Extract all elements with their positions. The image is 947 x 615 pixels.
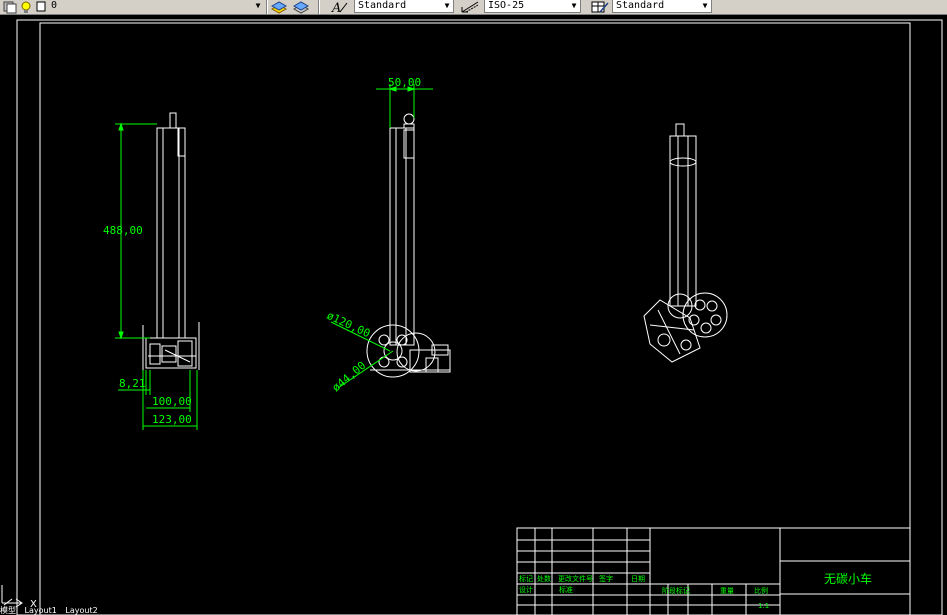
isometric-view[interactable] [643,123,728,363]
dim-dia-small-label: ø44,00 [330,359,369,395]
tb-label-stage: 阶段标记 [662,586,690,595]
layer-dropdown[interactable]: 0 ▼ [48,0,264,13]
tb-label-scale: 比例 [754,586,768,595]
dimension-style-dropdown[interactable]: ISO-25 ▼ [484,0,581,13]
tb-label-count: 处数 [537,574,551,583]
svg-text:A: A [331,1,341,14]
chevron-down-icon[interactable]: ▼ [253,0,263,12]
dim-height-label: 488,00 [103,224,143,237]
text-style-dropdown[interactable]: Standard ▼ [354,0,454,13]
chevron-down-icon[interactable]: ▼ [569,0,579,12]
dimension-style-icon[interactable] [460,0,482,14]
tb-label-standard: 标准 [559,585,573,594]
layer-state-icon[interactable] [2,0,18,14]
table-style-icon[interactable] [590,0,610,14]
dim-width-inner-label: 100,00 [152,395,192,408]
chevron-down-icon[interactable]: ▼ [700,0,710,12]
properties-toolbar: 0 ▼ A Standard ▼ ISO-25 ▼ Standard ▼ [0,0,947,15]
chevron-down-icon[interactable]: ▼ [442,0,452,12]
dim-width-outer-label: 123,00 [152,413,192,426]
tb-label-weight: 重量 [720,587,734,595]
layer-color-swatch-icon[interactable] [35,0,47,14]
front-view[interactable] [142,112,200,370]
layout-tabs: 模型 Layout1 Layout2 [0,605,200,615]
tb-label-mark: 标记 [519,574,533,583]
layer-value: 0 [51,0,58,11]
side-view[interactable] [366,113,451,378]
dim-top-width-label: 50,00 [388,76,421,89]
table-style-value: Standard [616,0,665,11]
model-space-canvas[interactable]: 488,00 8,21 100,00 123,00 50,00 ø120,00 … [0,16,947,615]
dim-dia-large-label: ø120,00 [325,309,373,340]
toolbar-separator [318,0,320,14]
tb-scale-value: 1:1 [758,602,769,610]
toolbar-separator [266,0,268,14]
lightbulb-icon[interactable] [20,0,34,14]
layer-previous-icon[interactable] [292,0,310,14]
drawing-svg: 488,00 8,21 100,00 123,00 50,00 ø120,00 … [16,19,943,615]
tb-label-date: 日期 [631,575,645,583]
make-layer-current-icon[interactable] [270,0,288,14]
text-style-icon[interactable]: A [330,0,350,14]
dimension-style-value: ISO-25 [488,0,525,11]
tab-layout1[interactable]: Layout1 [25,606,57,615]
sheet-outer-border [16,19,943,615]
table-style-dropdown[interactable]: Standard ▼ [612,0,712,13]
dim-offset-label: 8,21 [119,377,146,390]
tb-label-file: 更改文件号 [558,574,593,583]
drawing-title: 无碳小车 [824,571,872,586]
text-style-value: Standard [358,0,407,11]
tab-layout2[interactable]: Layout2 [65,606,97,615]
tb-label-design: 设计 [519,585,533,594]
tb-label-sign: 签字 [599,574,613,583]
drawing-frame [39,22,911,615]
tab-model[interactable]: 模型 [0,606,16,615]
